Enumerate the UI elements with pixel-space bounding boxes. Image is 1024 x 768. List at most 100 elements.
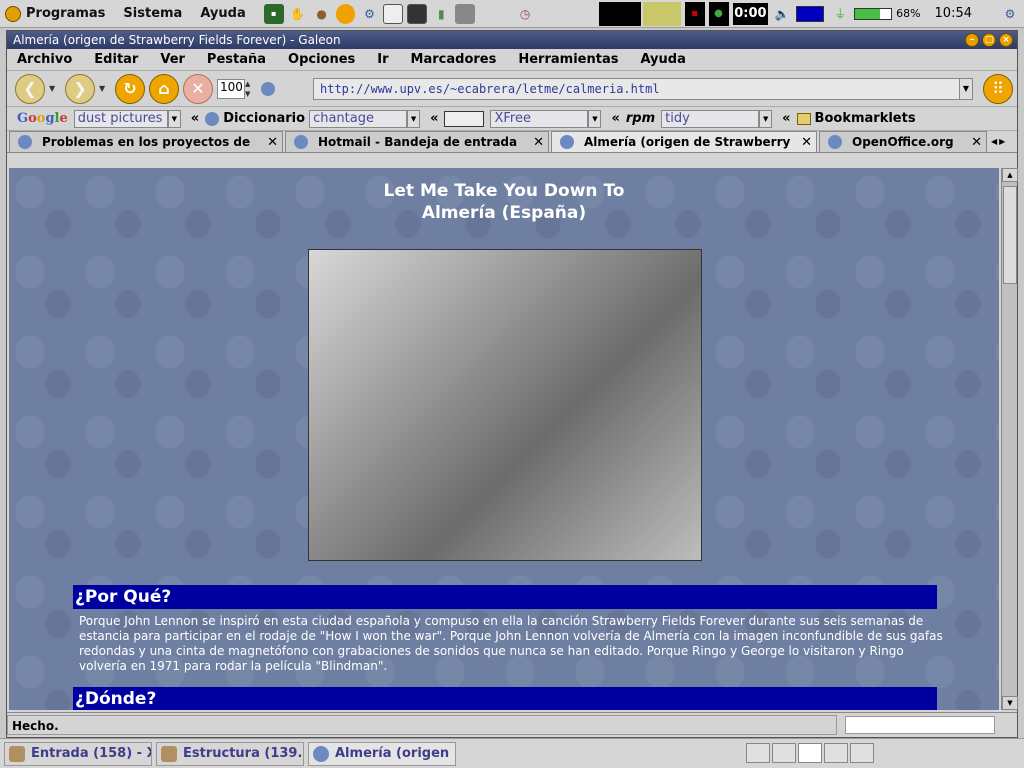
scroll-up-icon[interactable]: ▲ [1002,168,1018,182]
network-icon[interactable]: ⚙ [1000,4,1020,24]
launcher-window-icon[interactable] [383,3,404,24]
netstat2-icon: ● [708,1,729,26]
xfree-dropdown[interactable]: ▼ [588,109,602,128]
diccionario-dropdown[interactable]: ▼ [407,109,421,128]
tab-hotmail[interactable]: Hotmail - Bandeja de entrada ✕ [285,131,549,152]
rpm-dropdown[interactable]: ▼ [759,109,773,128]
tab-site-icon [18,135,32,149]
tab-openoffice[interactable]: OpenOffice.org ✕ [819,131,987,152]
task-almeria[interactable]: Almería (origen ... [308,741,456,766]
task-label: Almería (origen ... [335,746,456,761]
battery-meter [854,7,893,20]
workspace-1[interactable] [746,743,770,763]
panel-menus: Programas Sistema Ayuda [0,5,264,22]
launcher-mobile-icon[interactable]: ▮ [431,4,451,24]
stop-button[interactable]: ✕ [183,73,213,104]
page-title: Let Me Take You Down To Almería (España) [9,180,999,224]
menu-editar[interactable]: Editar [94,52,138,67]
page-title-line2: Almería (España) [421,203,587,223]
workspace-5[interactable] [850,743,874,763]
launcher-drive-icon[interactable] [455,3,476,24]
launcher-clock-icon[interactable]: ◷ [515,4,535,24]
close-tab-icon[interactable]: ✕ [533,135,544,150]
menu-sistema[interactable]: Sistema [123,6,182,21]
volume-icon[interactable]: 🔈 [772,4,792,24]
maximize-button[interactable]: □ [982,33,996,47]
search-toolbar: Google dust pictures ▼ « Diccionario cha… [7,107,1017,131]
reload-button[interactable]: ↻ [115,73,145,104]
forward-history-dropdown[interactable]: ▼ [99,83,109,95]
mem-graph [642,1,681,26]
menu-pestana[interactable]: Pestaña [207,52,266,67]
diccionario-icon [205,111,220,126]
close-window-button[interactable]: × [999,33,1013,47]
status-bar: Hecho. [7,712,1017,736]
back-history-dropdown[interactable]: ▼ [49,83,59,95]
vertical-scrollbar[interactable]: ▲ ▼ [1001,168,1018,710]
launcher-icon[interactable]: ▪ [263,3,284,24]
menu-opciones[interactable]: Opciones [288,52,355,67]
close-tab-icon[interactable]: ✕ [971,135,982,150]
xfree-logo-icon [444,110,485,127]
forward-button[interactable]: ❯ [65,73,95,104]
menu-ir[interactable]: Ir [377,52,388,67]
page-content: Let Me Take You Down To Almería (España)… [9,168,999,710]
timer-display[interactable]: 0:00 [732,2,769,25]
menu-programas[interactable]: Programas [26,6,105,21]
workspace-3[interactable] [798,743,822,763]
launcher-galeon-icon[interactable] [335,3,356,24]
url-history-dropdown[interactable]: ▼ [959,79,972,99]
battery-percent: 68% [896,7,921,20]
tab-almeria[interactable]: Almería (origen de Strawberry ✕ [551,131,817,152]
launcher-monitor-icon[interactable] [407,3,428,24]
home-button[interactable]: ⌂ [149,73,179,104]
task-entrada[interactable]: Entrada (158) - X... [4,741,152,766]
launcher-hand-icon[interactable]: ✋ [288,4,308,24]
zoom-input[interactable]: 100 [217,78,245,99]
back-button[interactable]: ❮ [15,73,45,104]
tab-scroll-left-icon[interactable]: ◀ [991,137,997,146]
tab-bar: Problemas en los proyectos de ✕ Hotmail … [7,131,1017,153]
rpm-input[interactable]: tidy [661,109,760,128]
chevron-left-icon: « [782,111,791,126]
galeon-menu-button[interactable]: ⠿ [983,74,1013,104]
menubar: Archivo Editar Ver Pestaña Opciones Ir M… [7,49,1017,71]
tab-label: Problemas en los proyectos de [42,135,251,149]
minimize-button[interactable]: – [965,33,979,47]
launcher-gear-icon[interactable]: ⚙ [359,4,379,24]
section-text-por-que: Porque John Lennon se inspiró en esta ci… [79,614,943,673]
google-search-dropdown[interactable]: ▼ [167,109,181,128]
tab-problemas[interactable]: Problemas en los proyectos de ✕ [9,131,283,152]
diccionario-input[interactable]: chantage [309,109,408,128]
menu-ayuda[interactable]: Ayuda [200,6,245,21]
volume-level[interactable] [796,5,825,22]
bookmarklets-folder[interactable]: Bookmarklets [815,111,916,126]
top-panel: Programas Sistema Ayuda ▪ ✋ ● ⚙ ▮ ◷ ▪ ● … [0,0,1024,28]
menu-marcadores[interactable]: Marcadores [411,52,497,67]
menu-archivo[interactable]: Archivo [17,52,72,67]
tab-label: Almería (origen de Strawberry [584,135,791,149]
zoom-spinner[interactable]: ▲ ▼ [245,79,255,99]
scroll-thumb[interactable] [1003,186,1017,284]
clock[interactable]: 10:54 [935,6,972,21]
workspace-4[interactable] [824,743,848,763]
task-estructura[interactable]: Estructura (139... [156,741,304,766]
gnome-foot-icon[interactable] [5,5,21,22]
launcher-shell-icon[interactable]: ● [312,4,332,24]
workspace-2[interactable] [772,743,796,763]
menu-ayuda-browser[interactable]: Ayuda [640,52,685,67]
tab-scroll-right-icon[interactable]: ▶ [999,137,1005,146]
mail-icon [9,745,25,762]
window-titlebar[interactable]: Almería (origen de Strawberry Fields For… [7,31,1017,49]
task-label: Entrada (158) - X... [31,746,151,761]
netstat-icon: ▪ [684,1,705,26]
google-search-input[interactable]: dust pictures [73,109,168,128]
scroll-down-icon[interactable]: ▼ [1002,696,1018,710]
url-field[interactable]: http://www.upv.es/~ecabrera/letme/calmer… [313,78,973,100]
menu-ver[interactable]: Ver [160,52,185,67]
menu-herramientas[interactable]: Herramientas [518,52,618,67]
lennon-photo [308,249,702,561]
close-tab-icon[interactable]: ✕ [267,135,278,150]
xfree-input[interactable]: XFree [490,109,589,128]
close-tab-icon[interactable]: ✕ [801,135,812,150]
